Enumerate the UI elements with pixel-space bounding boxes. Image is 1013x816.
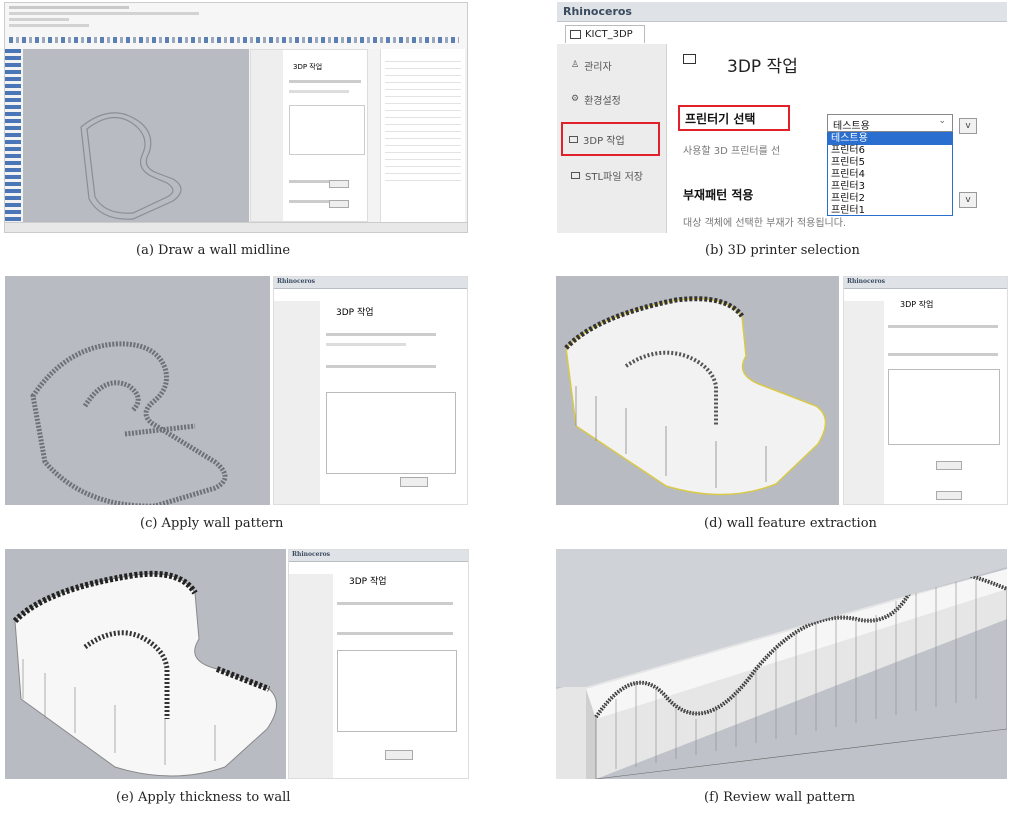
main-content: 3DP 작업 프린터기 선택 사용할 3D 프린터를 선 테스트용 ⌄ v 테스… [669,44,1007,233]
caption-e: (e) Apply thickness to wall [116,790,291,805]
wall-pattern-closeup[interactable] [556,549,1007,779]
panel-f-render [556,549,1007,779]
panel-a-heading: 3DP 작업 [293,63,323,71]
sidebar-item-settings[interactable]: ⚙ 환경설정 [557,88,666,110]
dropdown-option[interactable]: 프린터2 [828,193,952,205]
sidebar-item-label: 환경설정 [584,95,621,107]
printer-select-label: 프린터기 선택 [685,112,756,126]
pattern-dropdown-toggle[interactable]: v [959,192,977,208]
panel-a-screenshot: 3DP 작업 [4,2,468,233]
printer-dropdown-value: 테스트용 [833,121,870,132]
panel-d-app-title: Rhinoceros [844,277,1007,289]
sidebar-item-3dp-work[interactable]: 3DP 작업 [561,122,660,156]
sidebar-item-admin[interactable]: ♙ 관리자 [557,54,666,76]
tab-label: KICT_3DP [585,29,633,40]
sidebar-item-stl-save[interactable]: STL파일 저장 [557,164,666,186]
printer-select-hint: 사용할 3D 프린터를 선 [683,146,781,157]
rhino-left-toolbar[interactable] [5,49,21,222]
caption-a: (a) Draw a wall midline [136,243,291,258]
printer-dropdown-list: 테스트용 프린터6 프린터5 프린터4 프린터3 프린터2 프린터1 [827,132,953,216]
chevron-down-icon: ⌄ [938,116,946,126]
panel-c-app-title: Rhinoceros [274,277,467,289]
pattern-label: 부재패턴 적용 [683,188,754,202]
app-title: Rhinoceros [563,5,632,18]
panel-c-heading: 3DP 작업 [336,308,374,318]
user-icon: ♙ [571,60,580,70]
page-title: 3DP 작업 [727,57,798,77]
sidebar-item-label: 관리자 [584,61,612,73]
pattern-hint: 대상 객체에 선택한 부재가 적용됩니다. [683,218,847,229]
plugin-panel-c: Rhinoceros 3DP 작업 [273,276,468,505]
sidebar: ♙ 관리자 ⚙ 환경설정 3DP 작업 STL파일 저장 [557,44,667,233]
plugin-panel-d: Rhinoceros 3DP 작업 [843,276,1008,505]
tab-icon [570,30,581,39]
properties-panel-a [380,49,465,222]
caption-b: (b) 3D printer selection [705,243,860,258]
panel-d-heading: 3DP 작업 [900,300,934,309]
status-bar-a [5,222,467,232]
panel-c-screenshot: Rhinoceros 3DP 작업 [5,276,468,505]
sidebar-item-label: 3DP 작업 [583,135,625,147]
dropdown-option[interactable]: 프린터4 [828,169,952,181]
dropdown-option-selected[interactable]: 테스트용 [828,133,952,145]
viewport-d[interactable] [556,276,839,505]
caption-c: (c) Apply wall pattern [140,516,284,531]
rhino-toolbar-area [5,3,467,49]
dropdown-option[interactable]: 프린터1 [828,205,952,217]
tab-kict-3dp[interactable]: KICT_3DP [565,25,645,43]
section-icon [683,54,696,64]
dropdown-option[interactable]: 프린터6 [828,145,952,157]
monitor-icon [569,135,578,143]
viewport-c[interactable] [5,276,270,505]
panel-e-app-title: Rhinoceros [289,550,468,562]
dropdown-option[interactable]: 프린터5 [828,157,952,169]
panel-d-screenshot: Rhinoceros 3DP 작업 [556,276,1008,505]
plugin-panel-e: Rhinoceros 3DP 작업 [288,549,469,779]
gear-icon: ⚙ [571,94,580,104]
printer-dropdown-toggle[interactable]: v [959,118,977,134]
viewport-a[interactable] [23,49,249,222]
panel-e-screenshot: Rhinoceros 3DP 작업 [5,549,469,779]
sidebar-item-label: STL파일 저장 [585,171,644,183]
panel-b-zoomed-dialog: Rhinoceros KICT_3DP ♙ 관리자 ⚙ 환경설정 3DP 작업 … [557,2,1007,233]
panel-e-heading: 3DP 작업 [349,577,387,587]
caption-f: (f) Review wall pattern [704,790,856,805]
monitor-icon [571,171,580,179]
caption-d: (d) wall feature extraction [704,516,877,531]
printer-dropdown[interactable]: 테스트용 ⌄ [827,114,953,132]
dropdown-option[interactable]: 프린터3 [828,181,952,193]
plugin-panel-a: 3DP 작업 [250,49,368,222]
viewport-e[interactable] [5,549,286,779]
